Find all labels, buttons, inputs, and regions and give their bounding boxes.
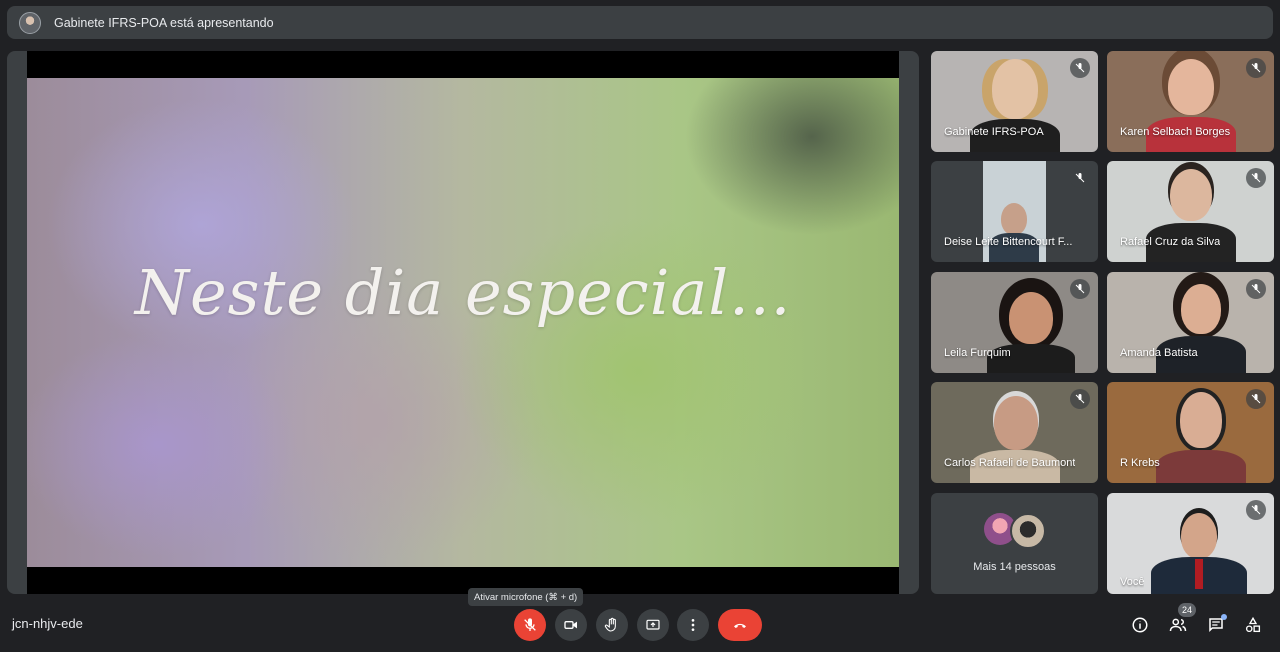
participant-video	[1151, 493, 1247, 594]
participant-tile[interactable]: Carlos Rafaeli de Baumont	[931, 382, 1098, 483]
people-icon	[1169, 618, 1187, 632]
info-icon	[1132, 617, 1148, 633]
muted-mic-icon	[1246, 168, 1266, 188]
participant-tile[interactable]: Rafael Cruz da Silva	[1107, 161, 1274, 262]
people-count-badge: 24	[1178, 603, 1196, 617]
participant-name: Leila Furquim	[944, 347, 1011, 359]
muted-mic-icon	[1070, 279, 1090, 299]
muted-mic-icon	[1246, 58, 1266, 78]
participant-name: Karen Selbach Borges	[1120, 126, 1231, 138]
presenter-text: Gabinete IFRS-POA está apresentando	[54, 15, 274, 30]
toggle-camera-button[interactable]	[555, 609, 587, 641]
activities-button[interactable]	[1241, 613, 1265, 637]
meeting-details-button[interactable]	[1128, 613, 1152, 637]
self-tile[interactable]: Você	[1107, 493, 1274, 594]
muted-mic-icon	[1246, 279, 1266, 299]
mic-off-icon	[524, 618, 536, 631]
muted-mic-icon	[1246, 500, 1266, 520]
participant-tile[interactable]: Leila Furquim	[931, 272, 1098, 373]
hand-icon	[604, 617, 616, 632]
participant-tile[interactable]: Karen Selbach Borges	[1107, 51, 1274, 152]
presentation-stage[interactable]: Neste dia especial...	[7, 51, 919, 594]
more-options-button[interactable]	[677, 609, 709, 641]
camera-icon	[564, 621, 577, 629]
participant-name: Rafael Cruz da Silva	[1120, 236, 1221, 248]
present-screen-icon	[646, 619, 660, 630]
more-participants-label: Mais 14 pessoas	[973, 561, 1056, 573]
participant-avatar	[1010, 513, 1046, 549]
hang-up-icon	[734, 623, 746, 628]
participant-name: Deise Leite Bittencourt F...	[944, 236, 1073, 248]
more-participants-avatars	[984, 513, 1048, 549]
participant-tile[interactable]: Deise Leite Bittencourt F...	[931, 161, 1098, 262]
muted-mic-icon	[1070, 168, 1090, 188]
participant-name: Gabinete IFRS-POA	[944, 126, 1044, 138]
slide-text: Neste dia especial...	[134, 256, 792, 329]
slide-background-image: Neste dia especial...	[27, 78, 899, 567]
participant-tile[interactable]: Gabinete IFRS-POA	[931, 51, 1098, 152]
participant-tile[interactable]: Amanda Batista	[1107, 272, 1274, 373]
participant-name: Você	[1120, 576, 1145, 588]
meeting-code: jcn-nhjv-ede	[12, 616, 83, 631]
participant-video	[1156, 382, 1246, 483]
raise-hand-button[interactable]	[596, 609, 628, 641]
more-vert-icon	[691, 619, 695, 631]
mic-tooltip: Ativar microfone (⌘ + d)	[468, 588, 584, 606]
presentation-slide: Neste dia especial...	[27, 51, 899, 594]
leave-call-button[interactable]	[718, 609, 762, 641]
muted-mic-icon	[1070, 389, 1090, 409]
more-participants-tile[interactable]: Mais 14 pessoas	[931, 493, 1098, 594]
participant-name: R Krebs	[1120, 457, 1160, 469]
participant-tile[interactable]: R Krebs	[1107, 382, 1274, 483]
participant-name: Carlos Rafaeli de Baumont	[944, 457, 1076, 469]
activities-icon	[1245, 616, 1261, 633]
presenter-avatar	[19, 11, 41, 34]
chat-notification-dot	[1221, 614, 1227, 620]
presenter-bar: Gabinete IFRS-POA está apresentando	[7, 6, 1273, 39]
present-screen-button[interactable]	[637, 609, 669, 641]
muted-mic-icon	[1246, 389, 1266, 409]
muted-mic-icon	[1070, 58, 1090, 78]
participant-name: Amanda Batista	[1120, 347, 1198, 359]
toggle-microphone-button[interactable]	[514, 609, 546, 641]
